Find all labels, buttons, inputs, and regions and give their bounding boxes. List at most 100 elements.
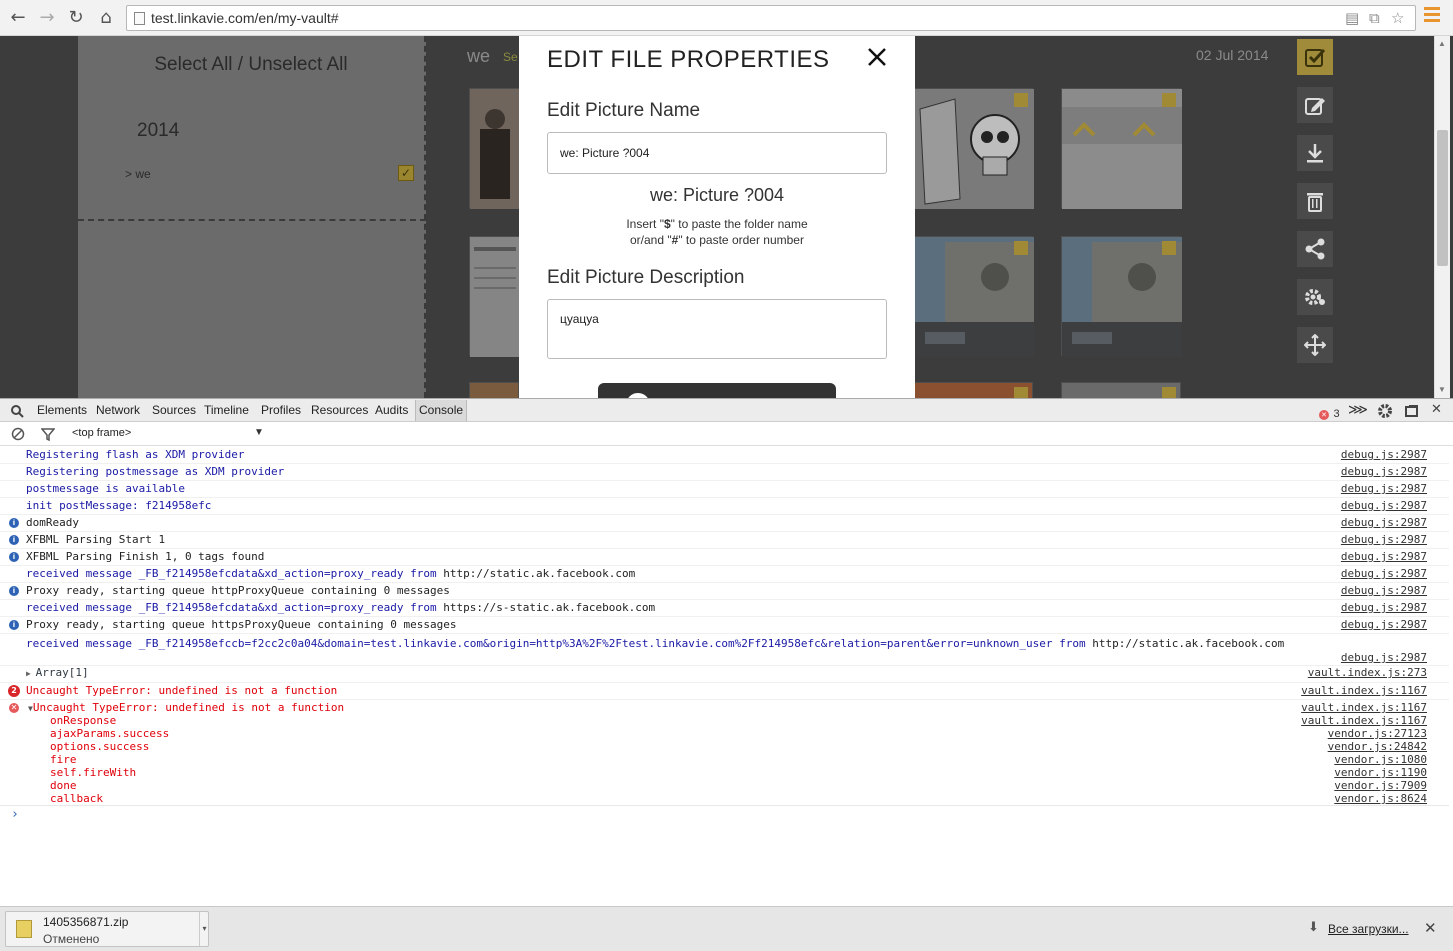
source-link[interactable]: vault.index.js:273 <box>1308 666 1427 679</box>
source-link[interactable]: vendor.js:24842 <box>1328 740 1427 753</box>
array-object[interactable]: ▶ Array[1] <box>26 666 89 679</box>
photo-thumbnail[interactable] <box>914 88 1034 209</box>
photo-thumbnail[interactable] <box>914 236 1034 357</box>
folder-item-we[interactable]: > we <box>125 167 151 181</box>
browser-menu-icon[interactable] <box>1424 7 1440 27</box>
source-link[interactable]: debug.js:2987 <box>1341 601 1427 614</box>
close-shelf-icon[interactable]: ✕ <box>1424 919 1437 937</box>
source-link[interactable]: debug.js:2987 <box>1341 448 1427 461</box>
photo-thumbnail[interactable] <box>1061 236 1182 357</box>
photo-thumbnail[interactable] <box>469 236 520 357</box>
folder-checkbox[interactable]: ✓ <box>398 165 414 181</box>
close-devtools-icon[interactable]: ✕ <box>1431 402 1442 417</box>
console-prompt[interactable]: › <box>11 807 19 822</box>
page-action-icon[interactable]: ▤ <box>1345 9 1359 27</box>
expand-arrow-icon[interactable]: ▶ <box>26 669 36 678</box>
source-link[interactable]: debug.js:2987 <box>1341 533 1427 546</box>
thumbnail-checkbox[interactable] <box>1162 93 1176 107</box>
translate-icon[interactable]: ⧉ <box>1369 9 1380 27</box>
tab-profiles[interactable]: Profiles <box>261 403 301 417</box>
source-link[interactable]: debug.js:2987 <box>1341 465 1427 478</box>
share-button[interactable] <box>1297 231 1333 267</box>
source-link[interactable]: vault.index.js:1167 <box>1301 701 1427 714</box>
thumbnail-checkbox[interactable] <box>1014 93 1028 107</box>
thumbnail-checkbox[interactable] <box>1014 387 1028 398</box>
page-scrollbar[interactable]: ▲ ▼ <box>1434 36 1450 398</box>
download-button[interactable] <box>1297 135 1333 171</box>
folder-select-link[interactable]: Se <box>503 50 518 64</box>
edit-button[interactable] <box>1297 87 1333 123</box>
delete-button[interactable] <box>1297 183 1333 219</box>
back-icon[interactable]: ← <box>6 6 30 30</box>
photo-thumbnail[interactable] <box>914 382 1033 398</box>
scroll-down-icon[interactable]: ▼ <box>1438 385 1446 394</box>
photo-thumbnail[interactable] <box>469 88 520 209</box>
select-all-link[interactable]: Select All / Unselect All <box>78 54 424 76</box>
reload-icon[interactable]: ↻ <box>64 6 88 30</box>
download-icon <box>1307 144 1323 163</box>
close-icon[interactable] <box>866 46 888 68</box>
source-link[interactable]: vendor.js:27123 <box>1328 727 1427 740</box>
scroll-thumb[interactable] <box>1437 130 1448 266</box>
chevron-down-icon[interactable]: ▼ <box>254 427 264 438</box>
thumbnail-checkbox[interactable] <box>1162 241 1176 255</box>
source-link[interactable]: debug.js:2987 <box>1341 550 1427 563</box>
tab-sources[interactable]: Sources <box>152 403 196 417</box>
source-link[interactable]: debug.js:2987 <box>1341 499 1427 512</box>
source-link[interactable]: vault.index.js:1167 <box>1301 684 1427 697</box>
source-link[interactable]: debug.js:2987 <box>1341 482 1427 495</box>
thumbnail-checkbox[interactable] <box>1162 387 1176 398</box>
photo-thumbnail[interactable] <box>1061 88 1182 209</box>
home-icon[interactable]: ⌂ <box>94 6 118 30</box>
error-count-icon: 2 <box>8 685 20 697</box>
undock-icon[interactable] <box>1405 404 1419 418</box>
name-preview: we: Picture ?004 <box>649 185 785 205</box>
hint-text: or/and " <box>630 233 672 247</box>
source-link[interactable]: vault.index.js:1167 <box>1301 714 1427 727</box>
tab-elements[interactable]: Elements <box>37 403 87 417</box>
error-text[interactable]: ▼Uncaught TypeError: undefined is not a … <box>28 701 344 714</box>
source-link[interactable]: debug.js:2987 <box>1341 651 1427 664</box>
source-link[interactable]: vendor.js:8624 <box>1334 792 1427 805</box>
thumbnail-checkbox[interactable] <box>1014 241 1028 255</box>
gear-icon[interactable] <box>1377 403 1393 419</box>
picture-description-textarea[interactable]: цуацуа <box>547 299 887 359</box>
show-all-downloads-link[interactable]: Все загрузки... <box>1328 922 1409 936</box>
tab-resources[interactable]: Resources <box>311 403 368 417</box>
scroll-up-icon[interactable]: ▲ <box>1438 39 1446 48</box>
move-button[interactable] <box>1297 327 1333 363</box>
tab-console[interactable]: Console <box>415 400 468 421</box>
search-icon[interactable] <box>10 404 24 418</box>
chevron-down-icon[interactable]: ▾ <box>199 912 209 946</box>
tab-timeline[interactable]: Timeline <box>204 403 249 417</box>
download-item[interactable]: 1405356871.zip Отменено ▾ <box>5 911 209 947</box>
message-url[interactable]: http://static.ak.facebook.com <box>1092 637 1284 650</box>
filter-icon[interactable] <box>41 427 55 441</box>
message-url[interactable]: https://s-static.ak.facebook.com <box>443 601 655 614</box>
url-text[interactable]: test.linkavie.com/en/my-vault# <box>151 10 339 26</box>
frame-select[interactable]: <top frame> <box>72 427 131 439</box>
tab-audits[interactable]: Audits <box>375 403 408 417</box>
picture-name-input[interactable] <box>547 132 887 174</box>
source-link[interactable]: debug.js:2987 <box>1341 516 1427 529</box>
source-link[interactable]: vendor.js:1080 <box>1334 753 1427 766</box>
tab-network[interactable]: Network <box>96 403 140 417</box>
source-link[interactable]: debug.js:2987 <box>1341 584 1427 597</box>
settings-button[interactable] <box>1297 279 1333 315</box>
bookmark-star-icon[interactable]: ☆ <box>1391 9 1404 27</box>
save-button[interactable] <box>598 383 836 398</box>
select-mode-button[interactable] <box>1297 39 1333 75</box>
photo-thumbnail[interactable] <box>469 382 519 398</box>
message-url[interactable]: http://static.ak.facebook.com <box>443 567 635 580</box>
source-link[interactable]: debug.js:2987 <box>1341 567 1427 580</box>
source-link[interactable]: vendor.js:7909 <box>1334 779 1427 792</box>
source-link[interactable]: debug.js:2987 <box>1341 618 1427 631</box>
source-link[interactable]: vendor.js:1190 <box>1334 766 1427 779</box>
error-count-badge[interactable]: ✕ 3 <box>1319 404 1340 422</box>
photo-thumbnail[interactable] <box>1061 382 1181 398</box>
clear-console-icon[interactable] <box>11 427 25 441</box>
drawer-icon[interactable]: ⋙ <box>1348 402 1368 418</box>
info-icon: i <box>9 586 19 596</box>
address-bar[interactable]: test.linkavie.com/en/my-vault# ▤ ⧉ ☆ <box>126 5 1416 31</box>
forward-icon[interactable]: → <box>35 6 59 30</box>
